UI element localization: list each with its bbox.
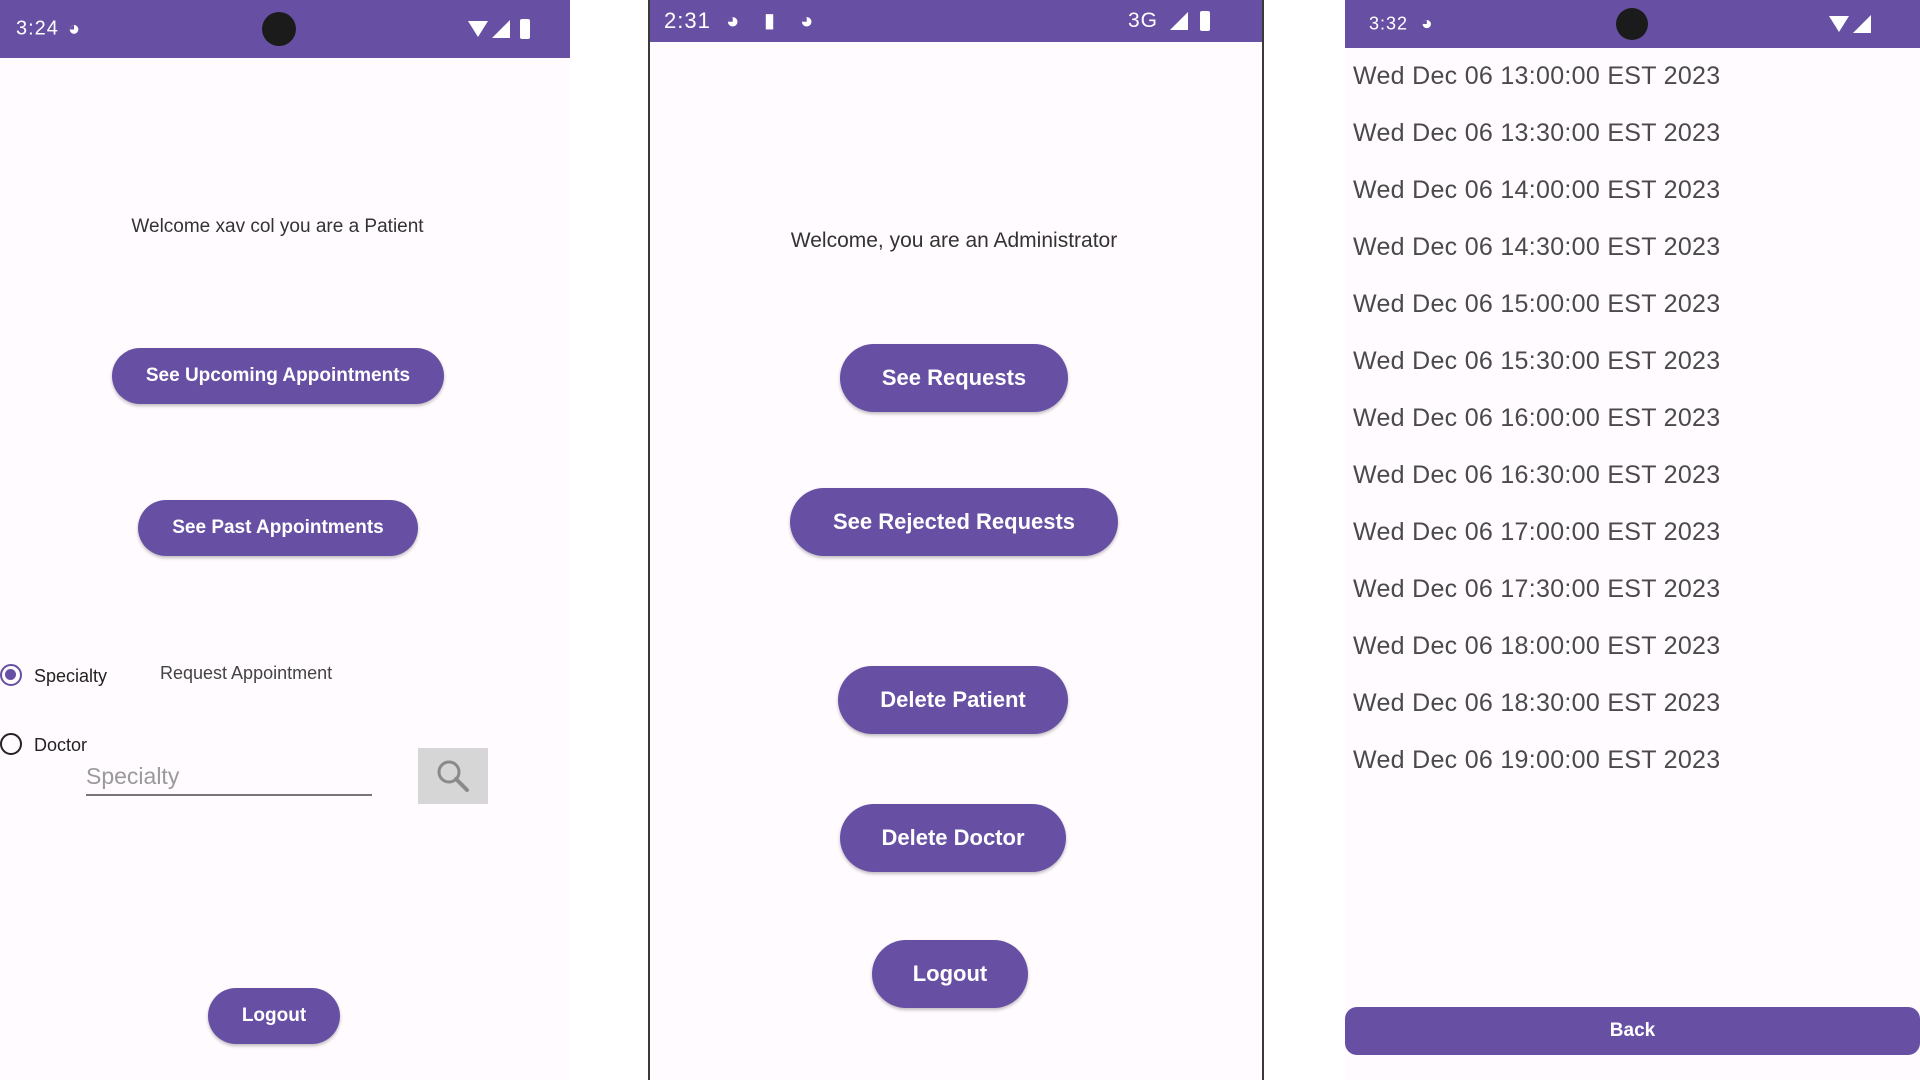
time-slot-item[interactable]: Wed Dec 06 16:30:00 EST 2023	[1353, 461, 1720, 490]
network-type: 3G	[1128, 9, 1159, 32]
see-requests-button[interactable]: See Requests	[840, 344, 1068, 412]
status-bar: 2:31 ◕ ▮ ◕ 3G	[650, 0, 1262, 42]
notification-icon: ◕	[68, 18, 81, 40]
time-slot-item[interactable]: Wed Dec 06 19:00:00 EST 2023	[1353, 746, 1720, 775]
doctor-radio-label: Doctor	[34, 735, 88, 755]
camera-cutout	[1616, 8, 1648, 40]
search-button[interactable]	[418, 748, 488, 804]
specialty-search-input[interactable]	[86, 758, 372, 796]
status-time: 3:24	[16, 17, 59, 40]
time-slot-item[interactable]: Wed Dec 06 13:00:00 EST 2023	[1353, 62, 1720, 91]
signal-icon	[492, 20, 510, 38]
time-slot-item[interactable]: Wed Dec 06 18:00:00 EST 2023	[1353, 632, 1720, 661]
time-slot-item[interactable]: Wed Dec 06 18:30:00 EST 2023	[1353, 689, 1720, 718]
admin-screen: 2:31 ◕ ▮ ◕ 3G Welcome, you are an Admini…	[648, 0, 1264, 1080]
see-upcoming-appointments-button[interactable]: See Upcoming Appointments	[112, 348, 444, 404]
time-slot-item[interactable]: Wed Dec 06 14:00:00 EST 2023	[1353, 176, 1720, 205]
battery-icon	[1200, 11, 1210, 31]
time-slot-item[interactable]: Wed Dec 06 16:00:00 EST 2023	[1353, 404, 1720, 433]
time-slot-item[interactable]: Wed Dec 06 15:00:00 EST 2023	[1353, 290, 1720, 319]
time-slot-item[interactable]: Wed Dec 06 14:30:00 EST 2023	[1353, 233, 1720, 262]
logout-button[interactable]: Logout	[872, 940, 1028, 1008]
signal-icon	[1853, 15, 1871, 33]
see-rejected-requests-button[interactable]: See Rejected Requests	[790, 488, 1118, 556]
time-slot-item[interactable]: Wed Dec 06 17:30:00 EST 2023	[1353, 575, 1720, 604]
delete-doctor-button[interactable]: Delete Doctor	[840, 804, 1066, 872]
sd-card-icon: ▮	[764, 10, 776, 32]
status-bar: 3:32 ◕	[1345, 0, 1920, 48]
battery-icon	[520, 19, 530, 39]
time-slot-item[interactable]: Wed Dec 06 15:30:00 EST 2023	[1353, 347, 1720, 376]
specialty-radio-label: Specialty	[34, 666, 108, 686]
camera-cutout	[262, 12, 296, 46]
magnifier-icon	[437, 760, 469, 792]
status-time: 3:32	[1369, 13, 1409, 34]
notification-icon: ◕	[1421, 13, 1433, 35]
status-time: 2:31	[664, 8, 711, 33]
notification-icon: ◕	[726, 8, 740, 33]
welcome-message: Welcome xav col you are a Patient	[131, 216, 424, 237]
back-button[interactable]: Back	[1345, 1007, 1920, 1055]
status-bar: 3:24 ◕	[0, 0, 570, 58]
wifi-icon	[468, 21, 488, 37]
request-appointment-label: Request Appointment	[160, 663, 333, 683]
welcome-message: Welcome, you are an Administrator	[790, 229, 1118, 252]
see-past-appointments-button[interactable]: See Past Appointments	[138, 500, 418, 556]
logout-button[interactable]: Logout	[208, 988, 340, 1044]
delete-patient-button[interactable]: Delete Patient	[838, 666, 1068, 734]
wifi-icon	[1829, 16, 1849, 32]
time-slot-item[interactable]: Wed Dec 06 17:00:00 EST 2023	[1353, 518, 1720, 547]
time-slots-screen: 3:32 ◕ Wed Dec 06 13:00:00 EST 2023 Wed …	[1345, 0, 1920, 1080]
signal-icon	[1170, 12, 1188, 30]
specialty-radio[interactable]	[0, 664, 22, 686]
time-slot-item[interactable]: Wed Dec 06 13:30:00 EST 2023	[1353, 119, 1720, 148]
doctor-radio[interactable]	[0, 733, 22, 755]
sync-icon: ◕	[800, 8, 814, 33]
patient-screen: 3:24 ◕ Welcome xav col you are a Patient…	[0, 0, 570, 1080]
